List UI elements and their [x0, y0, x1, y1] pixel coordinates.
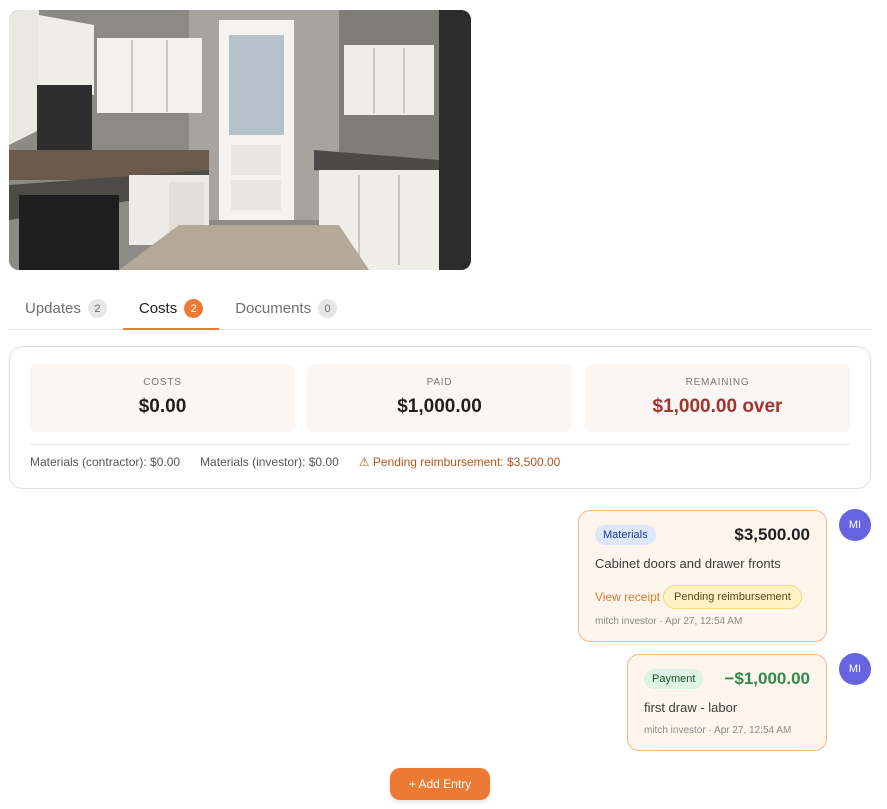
- costs-stat-label: COSTS: [143, 377, 182, 388]
- tab-documents[interactable]: Documents 0: [219, 288, 353, 329]
- cost-entry-card: Materials $3,500.00 Cabinet doors and dr…: [578, 510, 827, 642]
- category-badge: Payment: [644, 669, 704, 689]
- tab-label: Costs: [138, 300, 178, 317]
- entry-meta: mitch investor · Apr 27, 12:54 AM: [595, 616, 743, 627]
- remaining-stat-label: REMAINING: [685, 377, 750, 388]
- add-entry-button[interactable]: + Add Entry: [390, 768, 490, 800]
- remaining-stat: REMAINING $1,000.00 over: [585, 364, 850, 432]
- avatar: MI: [839, 653, 871, 685]
- tab-count-badge: 0: [318, 299, 338, 318]
- pending-reimbursement-warning: ⚠ Pending reimbursement: $3,500.00: [358, 455, 561, 469]
- project-photo: [9, 10, 471, 270]
- remaining-stat-value: $1,000.00 over: [652, 396, 783, 417]
- entry-amount: −$1,000.00: [724, 669, 810, 688]
- paid-stat: PAID $1,000.00: [307, 364, 572, 432]
- costs-stat: COSTS $0.00: [30, 364, 295, 432]
- category-badge: Materials: [595, 525, 656, 545]
- view-receipt-link[interactable]: View receipt: [595, 590, 660, 604]
- paid-stat-label: PAID: [426, 377, 453, 388]
- costs-stat-value: $0.00: [138, 396, 187, 417]
- status-badge: Pending reimbursement: [663, 585, 802, 609]
- tab-label: Documents: [235, 300, 312, 317]
- cost-entry-card: Payment −$1,000.00 first draw - labor mi…: [627, 654, 827, 751]
- paid-stat-value: $1,000.00: [397, 396, 482, 417]
- entry-amount: $3,500.00: [734, 525, 810, 544]
- project-tabs: Updates 2 Costs 2 Documents 0: [9, 288, 871, 330]
- summary-divider: [30, 444, 850, 445]
- entry-meta: mitch investor · Apr 27, 12:54 AM: [644, 725, 792, 736]
- cost-breakdown: Materials (contractor): $0.00 Materials …: [30, 455, 560, 469]
- avatar: MI: [839, 509, 871, 541]
- tab-costs[interactable]: Costs 2: [122, 288, 220, 330]
- materials-contractor-total: Materials (contractor): $0.00: [30, 455, 181, 469]
- tab-count-badge: 2: [87, 299, 107, 318]
- tab-label: Updates: [25, 300, 81, 317]
- tab-updates[interactable]: Updates 2: [9, 288, 123, 329]
- entry-description: Cabinet doors and drawer fronts: [595, 556, 781, 571]
- entry-description: first draw - labor: [644, 700, 738, 715]
- costs-summary-card: COSTS $0.00 PAID $1,000.00 REMAINING $1,…: [9, 346, 871, 489]
- materials-investor-total: Materials (investor): $0.00: [200, 455, 339, 469]
- tab-count-badge: 2: [184, 299, 204, 318]
